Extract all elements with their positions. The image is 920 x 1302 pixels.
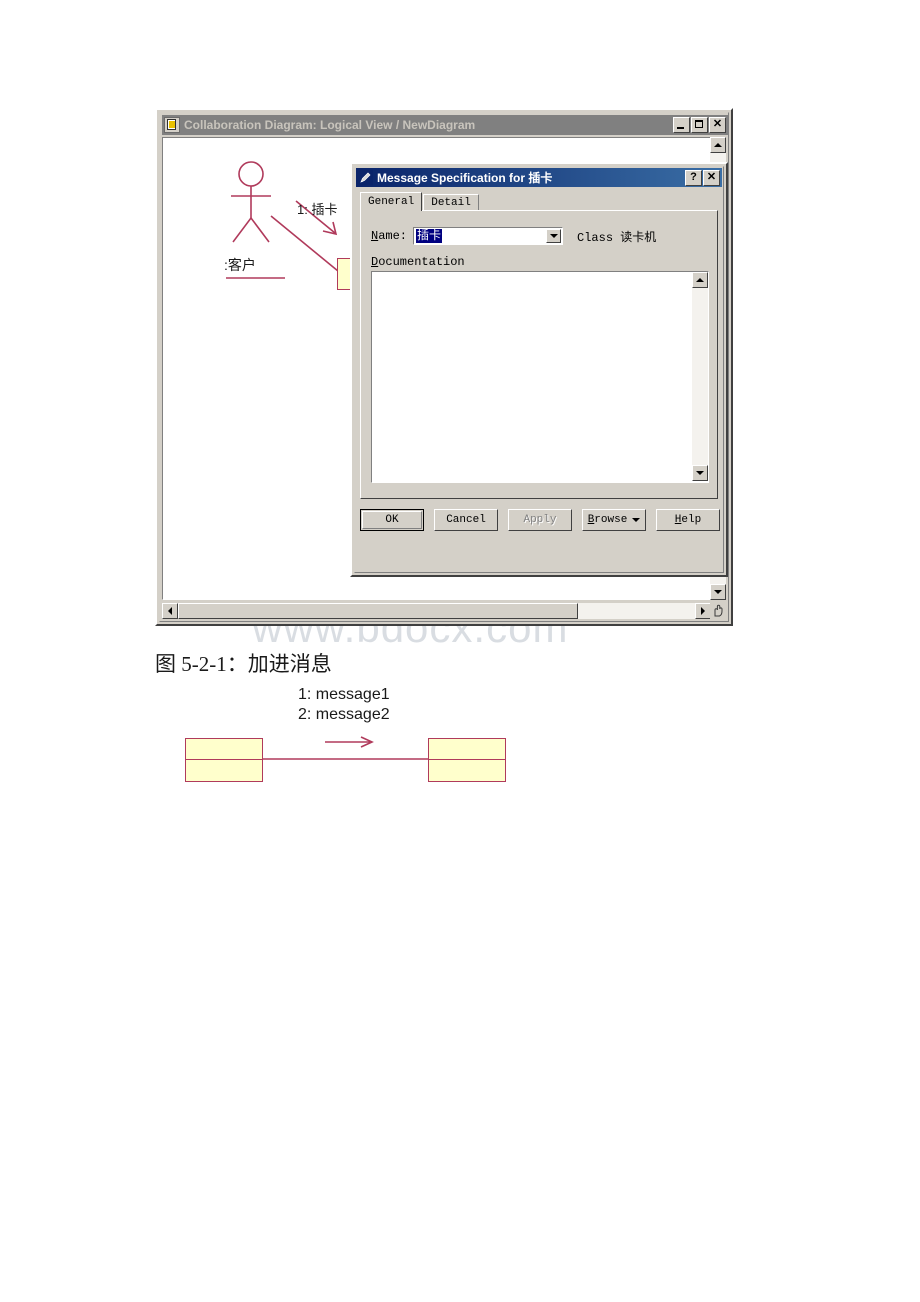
close-icon: ✕ [706,170,717,183]
message-label: 1: 插卡 [297,202,338,217]
chevron-down-icon [549,234,558,238]
name-mnemonic: N [371,229,379,243]
scroll-right-button[interactable] [695,603,711,619]
tab-general[interactable]: General [360,192,423,211]
dialog-tabstrip: General Detail [360,192,718,211]
tab-detail-label: Detail [431,196,471,209]
scroll-down-button[interactable] [710,584,726,600]
window-controls: ✕ [672,117,726,133]
documentation-textarea[interactable] [371,271,709,483]
object-box-divider [186,759,262,760]
documentation-scroll-track[interactable] [692,288,708,465]
tab-general-label: General [368,195,415,208]
window-titlebar[interactable]: Collaboration Diagram: Logical View / Ne… [162,115,728,135]
documentation-scroll-up-button[interactable] [692,272,708,288]
dialog-close-button[interactable]: ✕ [703,169,720,186]
arrow-left-icon [168,607,172,615]
bottom-object-box-right[interactable] [428,738,506,782]
scroll-up-button[interactable] [710,137,726,153]
bottom-collaboration-diagram: 1: message1 2: message2 [180,686,525,791]
class-label: Class 读卡机 [577,230,657,245]
documentation-mnemonic: D [371,255,379,269]
bottom-object-box-left[interactable] [185,738,263,782]
apply-button[interactable]: Apply [508,509,572,531]
tab-detail[interactable]: Detail [423,194,479,211]
actor-label: :客户 [224,257,256,273]
message-spec-icon[interactable] [358,170,373,185]
dialog-title: Message Specification for 插卡 [377,171,553,185]
actor-figure [231,161,271,243]
diagram-document-icon[interactable] [164,117,180,133]
documentation-label: Documentation [371,255,465,269]
help-button[interactable]: Help [656,509,720,531]
scroll-left-button[interactable] [162,603,178,619]
object-box-divider [429,759,505,760]
close-icon: ✕ [712,118,723,130]
documentation-vertical-scrollbar[interactable] [692,272,708,481]
ok-button-label: OK [362,511,422,529]
name-field-row: Name: 插卡 Class 读卡机 [371,227,656,245]
canvas-horizontal-scrollbar[interactable] [162,603,711,619]
name-input[interactable]: 插卡 [416,229,443,243]
bottom-message-arrow [325,736,374,748]
resize-grip[interactable] [710,603,726,619]
arrow-up-icon [714,143,722,147]
arrow-down-icon [714,590,722,594]
pencil-icon [360,172,371,183]
dialog-help-button[interactable]: ? [685,169,702,186]
general-tab-page: Name: 插卡 Class 读卡机 Documentation [360,210,718,499]
documentation-scroll-down-button[interactable] [692,465,708,481]
arrow-right-icon [701,607,705,615]
horizontal-scroll-thumb[interactable] [178,603,578,619]
message-specification-dialog: Message Specification for 插卡 ? ✕ General… [350,162,728,577]
dialog-titlebar[interactable]: Message Specification for 插卡 ? ✕ [356,168,722,187]
browse-button-label: Browse [587,513,628,526]
ok-button[interactable]: OK [360,509,424,531]
maximize-button[interactable] [691,117,708,133]
dialog-titlebar-buttons: ? ✕ [684,169,720,186]
browse-mnemonic: B [587,513,595,526]
name-dropdown-button[interactable] [546,229,562,243]
chevron-down-icon [632,518,641,522]
name-combobox[interactable]: 插卡 [413,227,564,245]
arrow-down-icon [696,471,704,475]
name-label: Name: [371,229,408,243]
cancel-button-label: Cancel [446,513,486,526]
hand-cursor-icon [714,604,723,617]
arrow-up-icon [696,278,704,282]
help-mnemonic: H [674,513,682,526]
figure-caption: 图 5-2-1：加进消息 [155,652,332,676]
window-title: Collaboration Diagram: Logical View / Ne… [184,118,476,132]
browse-button[interactable]: Browse [582,509,646,531]
dialog-button-row: OK Cancel Apply Browse Help [360,509,720,531]
question-mark-icon: ? [690,171,697,183]
close-button[interactable]: ✕ [709,117,726,133]
apply-button-label: Apply [523,513,557,526]
cancel-button[interactable]: Cancel [434,509,498,531]
help-button-label: Help [674,513,702,526]
minimize-button[interactable] [673,117,690,133]
